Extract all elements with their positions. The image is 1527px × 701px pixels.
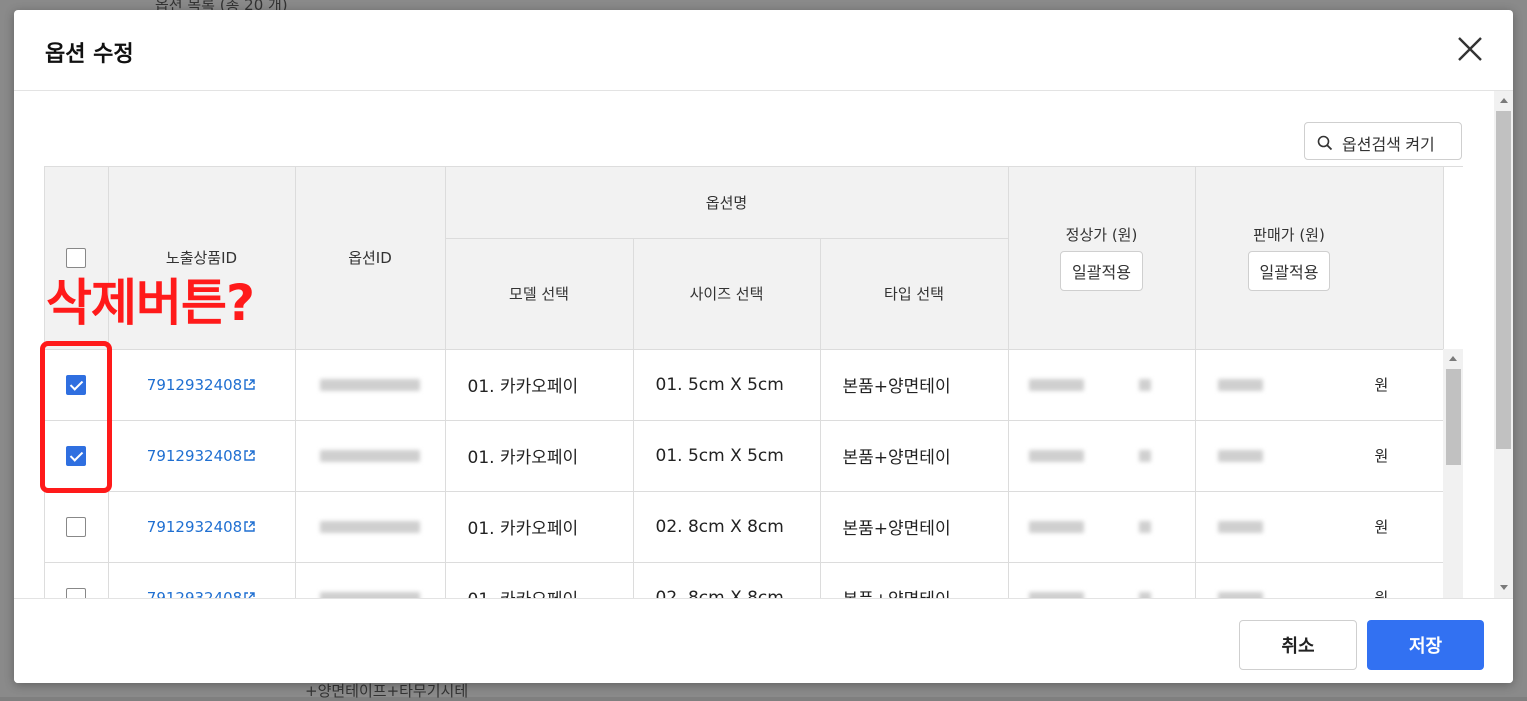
model-cell: 01. 카카오페이	[445, 420, 634, 492]
table-row: 7912932408 01. 카카오페이 01. 5cm X 5cm 본품+양면테이 원	[45, 349, 1444, 421]
row-checkbox[interactable]	[66, 587, 87, 598]
annotation-highlight-box	[40, 341, 112, 493]
sale-price-redacted	[1217, 379, 1263, 391]
regular-price-redacted	[1028, 520, 1084, 533]
modal-scrollbar[interactable]	[1494, 91, 1513, 598]
header-model-select: 모델 선택	[445, 238, 634, 350]
table-row: 7912932408 01. 카카오페이02. 8cm X 8cm본품+양면테이 원	[45, 491, 1444, 563]
sale-price-redacted	[1217, 521, 1263, 533]
header-sale-price: 판매가 (원) 일괄적용	[1195, 167, 1444, 350]
modal-body: 옵션검색 켜기 노출상품ID 옵션ID 옵션명 정상가 (원) 일괄적용 판매가…	[14, 91, 1494, 598]
regular-price-unit-redacted	[1138, 449, 1151, 462]
product-id-link[interactable]: 7912932408	[147, 589, 242, 599]
regular-price-unit-redacted	[1138, 520, 1151, 533]
external-link-icon[interactable]	[243, 591, 256, 598]
product-id-cell: 7912932408	[108, 491, 296, 563]
type-cell: 본품+양면테이	[820, 491, 1009, 563]
product-id-link[interactable]: 7912932408	[147, 376, 242, 394]
sale-price-redacted	[1217, 450, 1263, 462]
background-row-text: +양면테이프+타무기시테	[305, 682, 469, 700]
regular-price-cell	[1008, 420, 1196, 492]
product-id-link[interactable]: 7912932408	[147, 518, 242, 536]
sale-price-cell: 원	[1195, 349, 1444, 421]
select-all-checkbox[interactable]	[66, 247, 87, 268]
annotation-delete-button-question: 삭제버튼?	[46, 274, 255, 332]
regular-price-redacted	[1028, 449, 1084, 462]
option-id-cell	[295, 562, 446, 598]
external-link-icon[interactable]	[243, 449, 256, 462]
model-cell: 01. 카카오페이	[445, 562, 634, 598]
regular-price-cell	[1008, 562, 1196, 598]
header-sale-price-label: 판매가 (원)	[1253, 226, 1325, 245]
option-id-cell	[295, 491, 446, 563]
header-size-select: 사이즈 선택	[633, 238, 821, 350]
external-link-icon[interactable]	[243, 520, 256, 533]
close-icon[interactable]	[1455, 34, 1485, 64]
regular-price-cell	[1008, 349, 1196, 421]
product-id-cell: 7912932408	[108, 420, 296, 492]
modal-title: 옵션 수정	[45, 42, 134, 67]
type-cell: 본품+양면테이	[820, 420, 1009, 492]
table-row: 7912932408 01. 카카오페이02. 8cm X 8cm본품+양면테이원	[45, 562, 1444, 599]
sale-price-unit: 원	[1374, 589, 1389, 598]
modal-footer: 취소 저장	[14, 598, 1513, 683]
product-id-cell: 7912932408	[108, 349, 296, 421]
option-search-toggle-button[interactable]: 옵션검색 켜기	[1304, 122, 1462, 160]
cancel-button[interactable]: 취소	[1239, 620, 1357, 670]
type-cell: 본품+양면테이	[820, 349, 1009, 421]
header-option-name: 옵션명	[445, 167, 1009, 239]
header-type-select: 타입 선택	[820, 238, 1009, 350]
sale-price-unit: 원	[1374, 447, 1389, 465]
type-cell: 본품+양면테이	[820, 562, 1009, 598]
regular-price-unit-redacted	[1138, 378, 1151, 391]
table-scrollbar[interactable]	[1443, 349, 1463, 598]
table-row: 7912932408 01. 카카오페이 01. 5cm X 5cm 본품+양면테이 원	[45, 420, 1444, 492]
option-id-redacted	[320, 378, 420, 391]
external-link-icon[interactable]	[243, 378, 256, 391]
regular-price-redacted	[1028, 378, 1084, 391]
option-edit-modal: 옵션 수정 옵션검색 켜기 노출상품ID 옵션ID 옵션명 정상가 (원) 일괄…	[14, 10, 1513, 683]
options-table-container: 노출상품ID 옵션ID 옵션명 정상가 (원) 일괄적용 판매가 (원) 일괄적…	[44, 166, 1463, 598]
option-search-toggle-label: 옵션검색 켜기	[1342, 137, 1435, 154]
modal-header: 옵션 수정	[14, 10, 1513, 91]
size-cell: 01. 5cm X 5cm	[633, 349, 821, 421]
sale-price-unit: 원	[1374, 518, 1389, 536]
size-cell: 02. 8cm X 8cm	[633, 562, 821, 598]
model-cell: 01. 카카오페이	[445, 491, 634, 563]
option-id-redacted	[320, 449, 420, 462]
header-regular-price-label: 정상가 (원)	[1065, 226, 1138, 245]
search-icon	[1317, 135, 1333, 151]
model-cell: 01. 카카오페이	[445, 349, 634, 421]
product-id-cell: 7912932408	[108, 562, 296, 599]
header-option-id: 옵션ID	[295, 167, 446, 350]
sale-price-bulk-apply-button[interactable]: 일괄적용	[1247, 251, 1331, 292]
regular-price-cell	[1008, 491, 1196, 563]
option-id-cell	[295, 349, 446, 421]
row-select-cell	[45, 562, 109, 598]
save-button[interactable]: 저장	[1367, 620, 1484, 670]
sale-price-cell: 원	[1195, 491, 1444, 563]
sale-price-cell: 원	[1195, 562, 1444, 598]
row-checkbox[interactable]	[66, 516, 87, 537]
row-select-cell	[45, 491, 109, 563]
header-regular-price: 정상가 (원) 일괄적용	[1008, 167, 1196, 350]
option-id-redacted	[320, 520, 420, 533]
regular-price-bulk-apply-button[interactable]: 일괄적용	[1060, 251, 1143, 292]
options-table: 노출상품ID 옵션ID 옵션명 정상가 (원) 일괄적용 판매가 (원) 일괄적…	[45, 167, 1444, 598]
size-cell: 01. 5cm X 5cm	[633, 420, 821, 492]
product-id-link[interactable]: 7912932408	[147, 447, 242, 465]
sale-price-cell: 원	[1195, 420, 1444, 492]
option-id-cell	[295, 420, 446, 492]
sale-price-unit: 원	[1374, 376, 1389, 394]
size-cell: 02. 8cm X 8cm	[633, 491, 821, 563]
